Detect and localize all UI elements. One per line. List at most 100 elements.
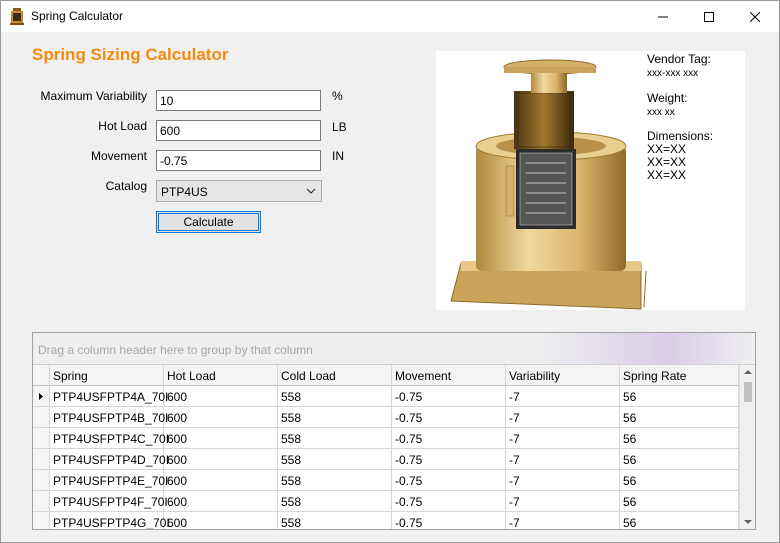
row-header[interactable] [33, 428, 50, 449]
cell-cold-load[interactable]: 558 [278, 407, 392, 428]
cell-movement[interactable]: -0.75 [392, 386, 506, 407]
cell-spring-rate[interactable]: 56 [620, 428, 739, 449]
hot-load-label: Hot Load [98, 119, 147, 133]
cell-hot-load[interactable]: 600 [164, 428, 278, 449]
weight-label: Weight: [647, 91, 688, 105]
row-header[interactable] [33, 491, 50, 512]
spring-image [436, 51, 745, 310]
table-row[interactable]: PTP4USFPTP4F_70I 600 558 -0.75 -7 56 [33, 491, 739, 512]
cell-hot-load[interactable]: 600 [164, 470, 278, 491]
cell-spring-rate[interactable]: 56 [620, 470, 739, 491]
table-row[interactable]: PTP4USFPTP4E_70I 600 558 -0.75 -7 56 [33, 470, 739, 491]
cell-spring-rate[interactable]: 56 [620, 512, 739, 529]
maximize-button[interactable] [686, 1, 732, 32]
close-icon [750, 11, 760, 22]
table-row[interactable]: PTP4USFPTP4A_70I 600 558 -0.75 -7 56 [33, 386, 739, 407]
minimize-icon [658, 16, 668, 17]
cell-spring[interactable]: PTP4USFPTP4C_70I [50, 428, 169, 449]
row-header[interactable] [33, 386, 50, 407]
current-row-arrow-icon [39, 393, 43, 400]
cell-movement[interactable]: -0.75 [392, 449, 506, 470]
cell-spring-rate[interactable]: 56 [620, 407, 739, 428]
table-row[interactable]: PTP4USFPTP4G_70I 600 558 -0.75 -7 56 [33, 512, 739, 529]
table-row[interactable]: PTP4USFPTP4C_70I 600 558 -0.75 -7 56 [33, 428, 739, 449]
spring-hanger-icon [450, 59, 647, 310]
cell-spring[interactable]: PTP4USFPTP4E_70I [50, 470, 168, 491]
row-header[interactable] [33, 407, 50, 428]
row-header[interactable] [33, 449, 50, 470]
catalog-label: Catalog [105, 179, 147, 193]
row-header[interactable] [33, 470, 50, 491]
cell-movement[interactable]: -0.75 [392, 470, 506, 491]
cell-hot-load[interactable]: 600 [164, 386, 278, 407]
cell-variability[interactable]: -7 [506, 491, 620, 512]
scrollbar-thumb [744, 382, 752, 402]
cell-spring-rate[interactable]: 56 [620, 449, 739, 470]
movement-unit: IN [332, 149, 344, 163]
chevron-down-icon [306, 188, 316, 194]
column-header-spring[interactable]: Spring [50, 365, 164, 386]
close-button[interactable] [732, 1, 778, 32]
group-panel[interactable]: Drag a column header here to group by th… [33, 333, 755, 365]
calculate-button[interactable]: Calculate [156, 211, 261, 233]
cell-movement[interactable]: -0.75 [392, 428, 506, 449]
cell-cold-load[interactable]: 558 [278, 386, 392, 407]
vertical-scrollbar[interactable] [739, 365, 755, 529]
cell-hot-load[interactable]: 600 [164, 407, 278, 428]
column-header-cold-load[interactable]: Cold Load [278, 365, 392, 386]
app-icon [10, 8, 24, 25]
catalog-selected-value: PTP4US [161, 185, 208, 199]
row-header-corner [33, 365, 50, 386]
hot-load-unit: LB [332, 120, 347, 134]
results-grid[interactable]: Drag a column header here to group by th… [32, 332, 756, 530]
cell-variability[interactable]: -7 [506, 386, 620, 407]
variability-label: Maximum Variability [40, 89, 147, 103]
table-row[interactable]: PTP4USFPTP4B_70I 600 558 -0.75 -7 56 [33, 407, 739, 428]
cell-movement[interactable]: -0.75 [392, 407, 506, 428]
cell-spring[interactable]: PTP4USFPTP4A_70I [50, 386, 168, 407]
cell-spring-rate[interactable]: 56 [620, 386, 739, 407]
cell-hot-load[interactable]: 600 [164, 449, 278, 470]
cell-movement[interactable]: -0.75 [392, 512, 506, 529]
cell-hot-load[interactable]: 600 [164, 512, 278, 529]
cell-cold-load[interactable]: 558 [278, 449, 392, 470]
column-header-movement[interactable]: Movement [392, 365, 506, 386]
cell-spring[interactable]: PTP4USFPTP4D_70I [50, 449, 169, 470]
minimize-button[interactable] [640, 1, 686, 32]
cell-variability[interactable]: -7 [506, 449, 620, 470]
movement-input[interactable] [156, 150, 321, 171]
window-title: Spring Calculator [31, 9, 124, 23]
row-header[interactable] [33, 512, 50, 529]
cell-movement[interactable]: -0.75 [392, 491, 506, 512]
variability-unit: % [332, 89, 343, 103]
cell-variability[interactable]: -7 [506, 512, 620, 529]
cell-cold-load[interactable]: 558 [278, 491, 392, 512]
table-row[interactable]: PTP4USFPTP4D_70I 600 558 -0.75 -7 56 [33, 449, 739, 470]
cell-hot-load[interactable]: 600 [164, 491, 278, 512]
cell-spring[interactable]: PTP4USFPTP4B_70I [50, 407, 168, 428]
cell-variability[interactable]: -7 [506, 428, 620, 449]
scroll-down-arrow-icon [744, 520, 752, 524]
variability-input[interactable] [156, 90, 321, 111]
catalog-dropdown[interactable]: PTP4US [156, 180, 322, 202]
app-window: Spring Calculator Spring Sizing Calculat… [0, 0, 780, 543]
vendor-tag-value: xxx-xxx xxx [647, 68, 699, 79]
cell-spring[interactable]: PTP4USFPTP4G_70I [50, 512, 170, 529]
cell-cold-load[interactable]: 558 [278, 512, 392, 529]
cell-spring[interactable]: PTP4USFPTP4F_70I [50, 491, 168, 512]
cell-variability[interactable]: -7 [506, 470, 620, 491]
column-header-variability[interactable]: Variability [506, 365, 620, 386]
cell-cold-load[interactable]: 558 [278, 428, 392, 449]
hot-load-input[interactable] [156, 120, 321, 141]
column-header-spring-rate[interactable]: Spring Rate [620, 365, 739, 386]
group-hint: Drag a column header here to group by th… [38, 343, 313, 357]
scroll-up-arrow-icon [744, 370, 752, 374]
cell-variability[interactable]: -7 [506, 407, 620, 428]
page-title: Spring Sizing Calculator [32, 45, 229, 64]
title-bar[interactable]: Spring Calculator [1, 1, 779, 32]
column-header-hot-load[interactable]: Hot Load [164, 365, 278, 386]
cell-spring-rate[interactable]: 56 [620, 491, 739, 512]
weight-value: xxx xx [647, 107, 675, 118]
movement-label: Movement [90, 149, 147, 163]
cell-cold-load[interactable]: 558 [278, 470, 392, 491]
